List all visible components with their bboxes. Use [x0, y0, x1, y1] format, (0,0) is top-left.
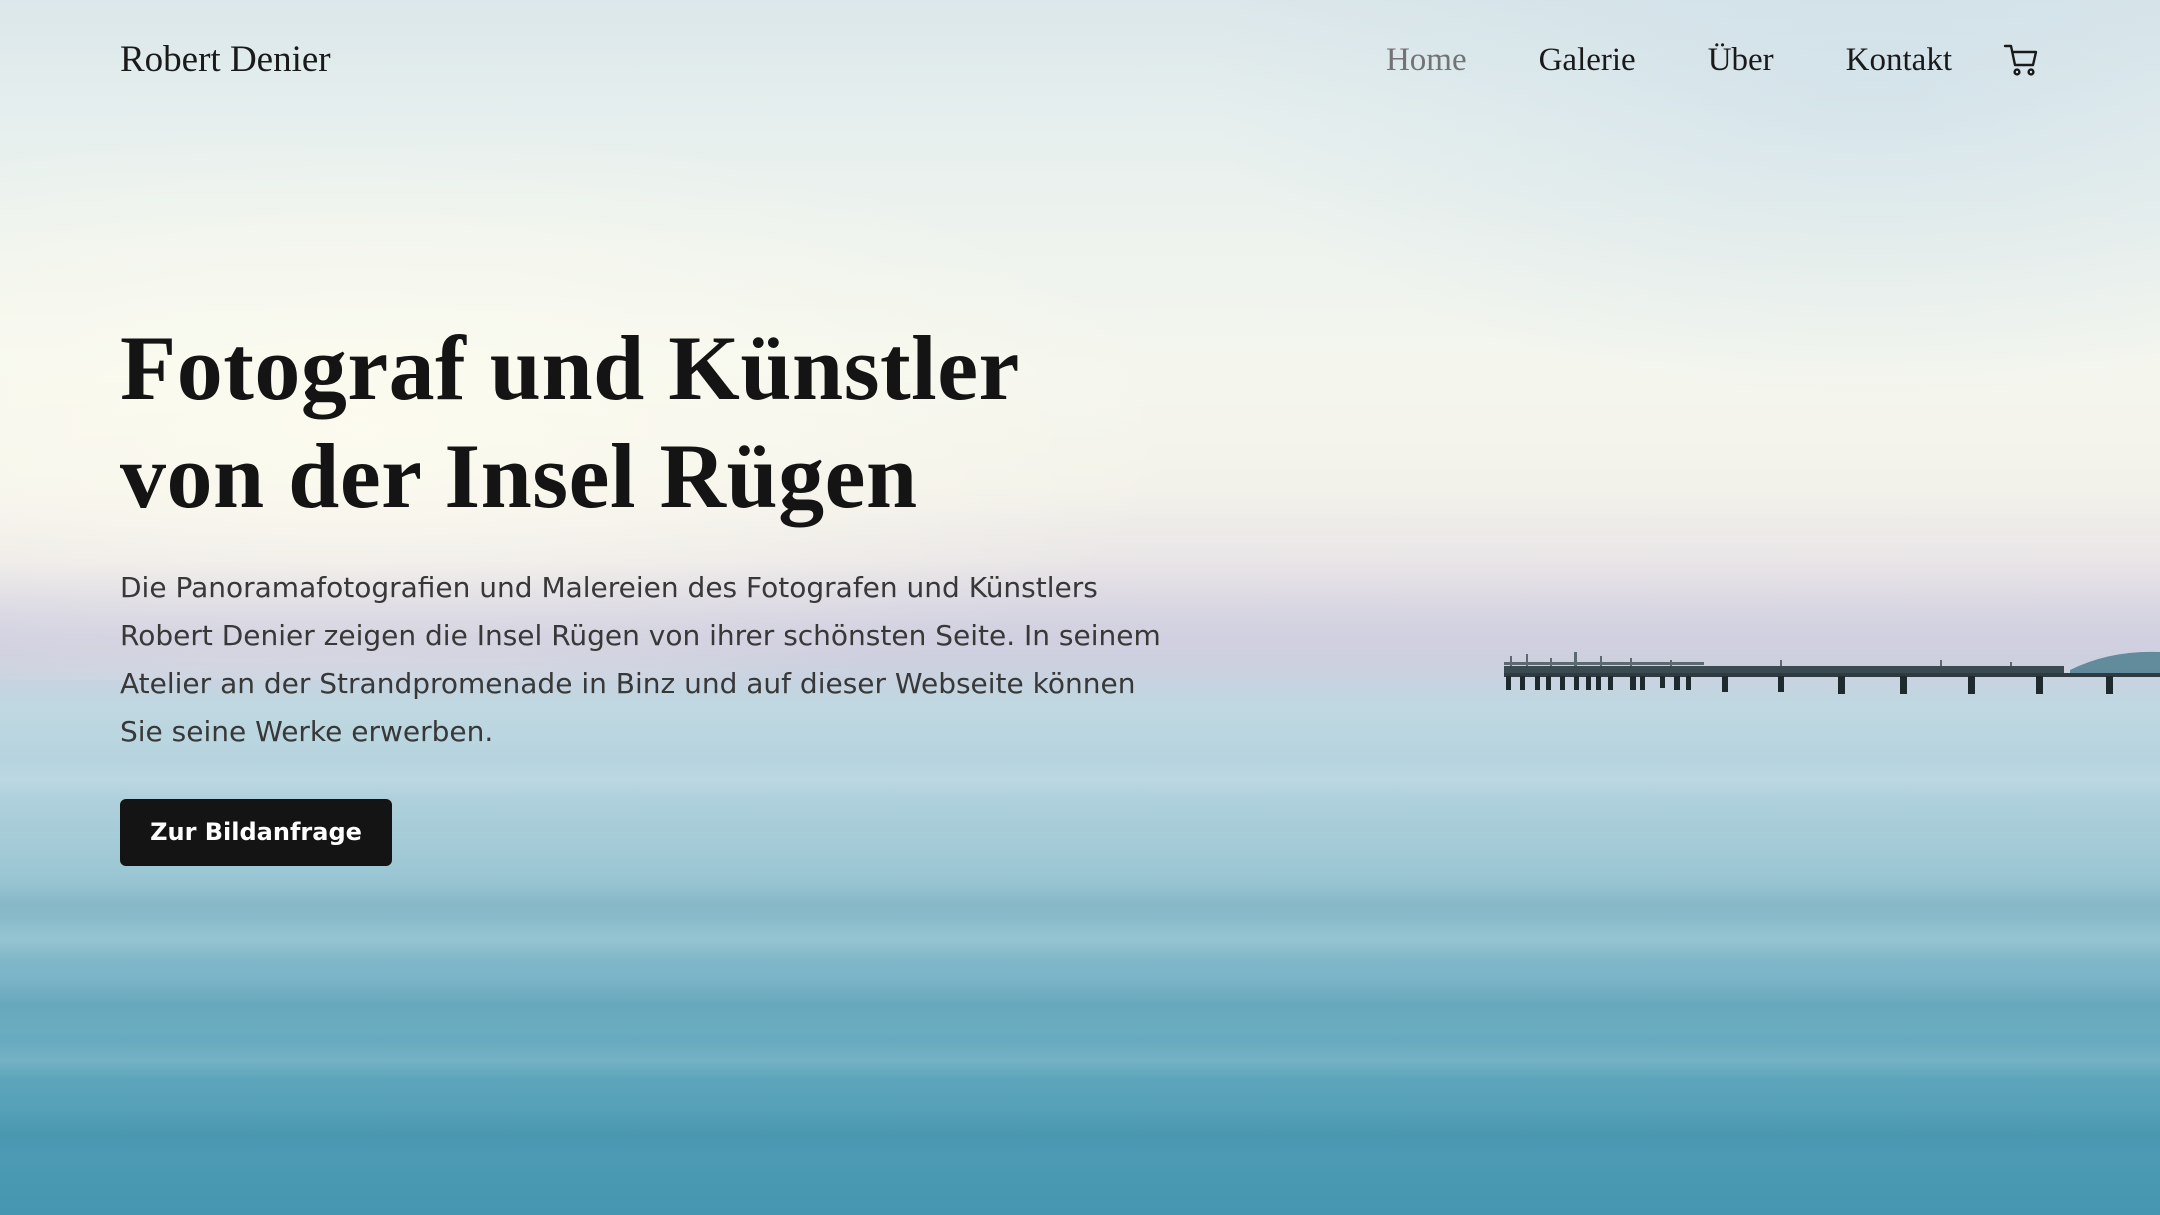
- image-request-button[interactable]: Zur Bildanfrage: [120, 799, 392, 866]
- nav-item-galerie[interactable]: Galerie: [1539, 36, 1636, 84]
- hero-headline-line: Fotograf und Künstler: [120, 317, 1020, 419]
- water-ripple: [0, 980, 2160, 1030]
- pier-illustration: [1504, 651, 2160, 694]
- hero-headline-line: von der Insel Rügen: [120, 425, 918, 527]
- site-title[interactable]: Robert Denier: [120, 36, 331, 84]
- intro-line: Atelier an der Strandpromenade in Binz u…: [120, 667, 1136, 700]
- shopping-cart-icon[interactable]: [2002, 36, 2040, 84]
- water-ripple: [0, 1040, 2160, 1080]
- nav-item-home[interactable]: Home: [1386, 36, 1467, 84]
- intro-line: Die Panoramafotografien und Malereien de…: [120, 571, 1098, 604]
- water-ripple: [0, 920, 2160, 960]
- water-ripple: [0, 760, 2160, 800]
- intro-line: Robert Denier zeigen die Insel Rügen von…: [120, 619, 1161, 652]
- nav-item-kontakt[interactable]: Kontakt: [1846, 36, 1952, 84]
- intro-line: Sie seine Werke erwerben.: [120, 715, 494, 748]
- nav-item-ueber[interactable]: Über: [1708, 36, 1774, 84]
- main-nav: Home Galerie Über Kontakt: [1314, 36, 2040, 84]
- hero-headline: Fotograf und Künstler von der Insel Rüge…: [120, 314, 1220, 530]
- water-ripple: [0, 1110, 2160, 1160]
- hero-intro-text: Die Panoramafotografien und Malereien de…: [120, 564, 1180, 756]
